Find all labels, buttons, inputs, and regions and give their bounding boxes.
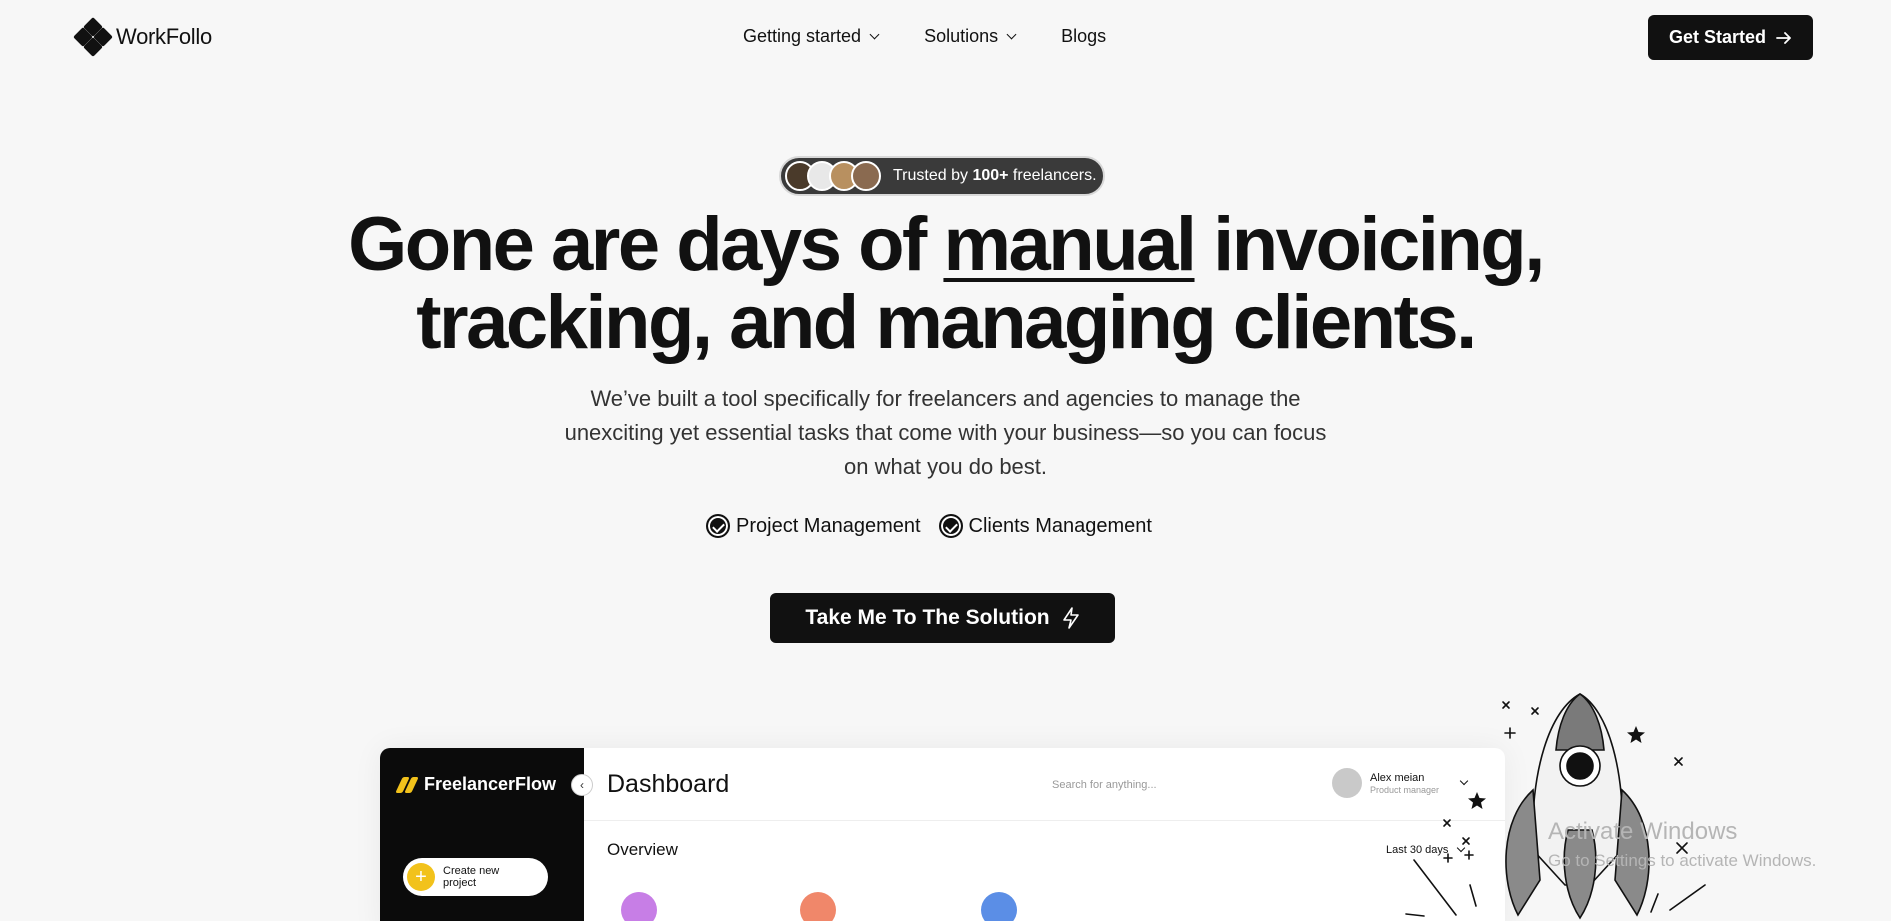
trust-suffix: freelancers.	[1008, 167, 1097, 184]
feature-label: Clients Management	[968, 514, 1152, 537]
menu-blogs-label: Blogs	[1061, 26, 1107, 46]
avatar	[1332, 768, 1362, 798]
menu-solutions-label: Solutions	[924, 26, 999, 46]
chevron-down-icon	[869, 29, 880, 40]
dashboard-brand: FreelancerFlow	[395, 774, 557, 795]
divider	[584, 820, 1505, 821]
check-badge-icon	[706, 514, 730, 538]
dashboard-brand-name: FreelancerFlow	[424, 774, 557, 794]
get-started-label: Get Started	[1668, 27, 1767, 47]
menu-blogs[interactable]: Blogs	[1061, 26, 1106, 47]
feature-label: Project Management	[736, 514, 921, 537]
dashboard-title: Dashboard	[607, 770, 730, 798]
briefcase-icon	[800, 892, 836, 921]
feature-item: Clients Management	[938, 514, 1152, 538]
activate-windows-subtitle: Go to Settings to activate Windows.	[1548, 851, 1817, 870]
main-menu: Getting started Solutions Blogs	[743, 26, 1106, 47]
dashboard-search-input[interactable]: Search for anything...	[1052, 779, 1157, 791]
hero-headline: Gone are days of manual invoicing, track…	[0, 206, 1891, 362]
feature-list: Project Management Clients Management	[706, 514, 1152, 538]
collapse-sidebar-button[interactable]: ‹	[571, 774, 593, 796]
headline-line1-end: invoicing,	[1194, 202, 1545, 287]
dashboard-preview: FreelancerFlow + Create new project ‹ Da…	[380, 748, 1505, 921]
lightning-icon	[1062, 607, 1079, 629]
feature-item: Project Management	[706, 514, 921, 538]
rocket-illustration	[1405, 693, 1706, 920]
trust-count: 100+	[972, 167, 1009, 184]
brand-logo[interactable]: WorkFollo	[73, 17, 212, 57]
create-project-button[interactable]: + Create new project	[403, 858, 548, 896]
trust-text: Trusted by 100+ freelancers.	[893, 167, 1097, 185]
create-project-label: Create new project	[443, 865, 500, 889]
menu-getting-started[interactable]: Getting started	[743, 26, 880, 47]
arrow-right-icon	[1776, 31, 1791, 44]
flow-logo-icon	[395, 776, 419, 793]
chart-icon	[621, 892, 657, 921]
cta-label: Take Me To The Solution	[805, 606, 1050, 629]
logo-icon	[73, 17, 113, 57]
trust-prefix: Trusted by	[893, 167, 973, 184]
avatar	[851, 161, 881, 191]
get-started-button[interactable]: Get Started	[1648, 15, 1813, 60]
overview-heading: Overview	[607, 840, 678, 859]
trust-badge: Trusted by 100+ freelancers.	[779, 156, 1105, 196]
dashboard-main: Dashboard Search for anything... Alex me…	[584, 748, 1505, 921]
top-navbar: WorkFollo Getting started Solutions Blog…	[0, 0, 1891, 76]
brand-name: WorkFollo	[116, 24, 212, 49]
dashboard-sidebar: FreelancerFlow + Create new project	[380, 748, 584, 921]
plus-icon: +	[407, 863, 435, 891]
clock-icon	[981, 892, 1017, 921]
activate-windows-title: Activate Windows	[1548, 818, 1738, 845]
headline-underlined-word: manual	[943, 202, 1197, 287]
headline-line1-start: Gone are days of	[348, 202, 944, 287]
chevron-down-icon	[1006, 29, 1017, 40]
hero-subtitle: We’ve built a tool specifically for free…	[564, 386, 1327, 479]
menu-getting-started-label: Getting started	[743, 26, 862, 46]
take-me-to-solution-button[interactable]: Take Me To The Solution	[770, 593, 1115, 643]
check-badge-icon	[938, 514, 963, 538]
avatar-group	[785, 161, 881, 191]
menu-solutions[interactable]: Solutions	[924, 26, 1017, 47]
headline-line2: tracking, and managing clients.	[416, 280, 1477, 365]
